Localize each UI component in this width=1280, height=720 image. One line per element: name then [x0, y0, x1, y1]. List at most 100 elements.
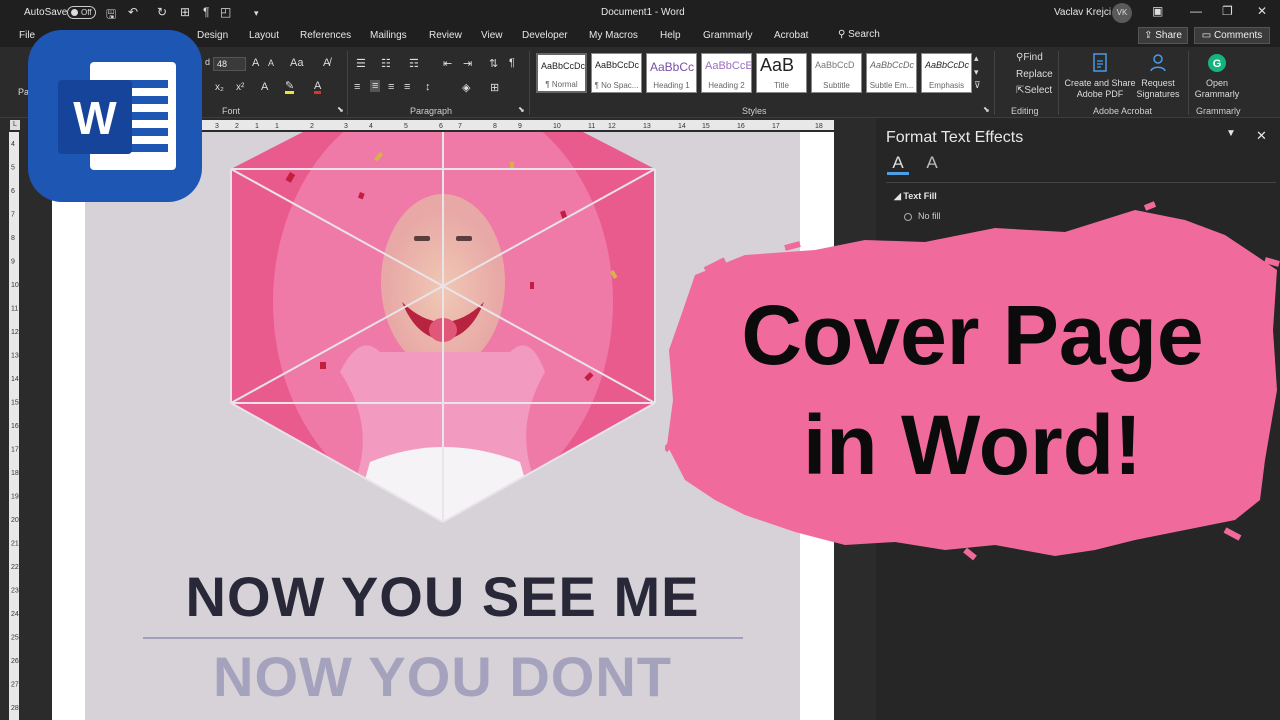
- font-name-tail[interactable]: d: [205, 57, 210, 67]
- style-normal[interactable]: AaBbCcDc ¶ Normal: [536, 53, 587, 93]
- ruler-tick-label: 12: [608, 123, 616, 130]
- open-grammarly-button[interactable]: G Open Grammarly: [1192, 53, 1242, 100]
- ruler-tick-label: 3: [215, 123, 219, 130]
- tab-review[interactable]: Review: [429, 30, 462, 41]
- divider: [1188, 51, 1189, 115]
- select-button[interactable]: ⇱Select: [1016, 85, 1052, 96]
- styles-scroll-down-icon[interactable]: ▾: [974, 67, 979, 78]
- text-effects-icon[interactable]: A: [261, 81, 268, 93]
- style-heading-1[interactable]: AaBbCc Heading 1: [646, 53, 697, 93]
- tab-grammarly[interactable]: Grammarly: [703, 30, 752, 41]
- styles-launcher-icon[interactable]: ⬊: [983, 105, 990, 114]
- shading-icon[interactable]: ◈: [462, 81, 470, 94]
- table-icon[interactable]: ⊞: [180, 5, 190, 19]
- sort-icon[interactable]: ⇅: [489, 57, 498, 70]
- show-marks-icon[interactable]: ¶: [509, 57, 515, 69]
- grammarly-icon: G: [1208, 54, 1226, 72]
- close-icon[interactable]: ✕: [1257, 4, 1267, 18]
- ruler-tick-label: 27: [11, 682, 19, 689]
- bullets-icon[interactable]: ☰: [356, 57, 366, 70]
- styles-more-icon[interactable]: ⊽: [974, 80, 981, 91]
- save-icon[interactable]: 🖫: [106, 5, 116, 26]
- ruler-tick-label: 18: [11, 470, 19, 477]
- group-font-label: Font: [222, 106, 241, 116]
- style-name: ¶ No Spac...: [594, 81, 639, 90]
- minimize-icon[interactable]: —: [1190, 4, 1202, 18]
- style-no-spacing[interactable]: AaBbCcDc ¶ No Spac...: [591, 53, 642, 93]
- redo-icon[interactable]: ↻: [157, 5, 167, 19]
- shrink-font-icon[interactable]: A: [268, 58, 274, 68]
- request-signatures-button[interactable]: Request Signatures: [1134, 53, 1182, 100]
- style-title[interactable]: AaB Title: [756, 53, 807, 93]
- font-launcher-icon[interactable]: ⬊: [337, 105, 344, 114]
- numbering-icon[interactable]: ☷: [381, 57, 391, 70]
- ruler-tick-label: 25: [11, 635, 19, 642]
- share-label: Share: [1155, 30, 1182, 41]
- ruler-tick-label: 18: [815, 123, 823, 130]
- multilevel-icon[interactable]: ☶: [409, 57, 419, 70]
- pane-options-icon[interactable]: ▼: [1226, 128, 1236, 139]
- ruler-tick-label: 14: [11, 376, 19, 383]
- text-fill-outline-tab-icon[interactable]: A: [887, 153, 909, 175]
- tab-mailings[interactable]: Mailings: [370, 30, 407, 41]
- justify-icon[interactable]: ≡: [404, 81, 410, 93]
- divider: [886, 182, 1276, 183]
- font-size-field[interactable]: 48: [213, 57, 246, 71]
- highlight-icon[interactable]: ✎: [285, 81, 295, 94]
- decrease-indent-icon[interactable]: ⇤: [443, 57, 452, 70]
- pilcrow-icon[interactable]: ¶: [203, 5, 209, 19]
- ruler-tick-label: 28: [11, 705, 19, 712]
- style-subtle-emphasis[interactable]: AaBbCcDc Subtle Em...: [866, 53, 917, 93]
- tab-references[interactable]: References: [300, 30, 351, 41]
- align-center-icon[interactable]: ≡: [370, 80, 381, 92]
- align-left-icon[interactable]: ≡: [354, 81, 360, 93]
- share-button[interactable]: ⇪ Share: [1138, 27, 1188, 44]
- ruler-tick-label: 21: [11, 541, 19, 548]
- clear-format-icon[interactable]: A̸: [323, 57, 330, 69]
- style-heading-2[interactable]: AaBbCcE Heading 2: [701, 53, 752, 93]
- comments-button[interactable]: ▭ Comments: [1194, 27, 1270, 44]
- create-pdf-button[interactable]: Create and Share Adobe PDF: [1064, 53, 1136, 100]
- ribbon-display-icon[interactable]: ▣: [1152, 4, 1163, 18]
- shapes-icon[interactable]: ◰: [220, 5, 231, 19]
- paragraph-launcher-icon[interactable]: ⬊: [518, 105, 525, 114]
- find-button[interactable]: ⚲Find: [1016, 52, 1043, 63]
- grow-font-icon[interactable]: A: [252, 57, 259, 69]
- replace-button[interactable]: Replace: [1016, 69, 1053, 80]
- tab-acrobat[interactable]: Acrobat: [774, 30, 808, 41]
- thumbnail-banner: [665, 201, 1280, 561]
- increase-indent-icon[interactable]: ⇥: [463, 57, 472, 70]
- restore-icon[interactable]: ❐: [1222, 4, 1233, 18]
- ruler-tick-label: 22: [11, 564, 19, 571]
- ruler-tick-label: 4: [369, 123, 373, 130]
- tab-help[interactable]: Help: [660, 30, 681, 41]
- styles-scroll-up-icon[interactable]: ▴: [974, 53, 979, 64]
- align-right-icon[interactable]: ≡: [388, 81, 394, 93]
- borders-icon[interactable]: ⊞: [490, 81, 499, 94]
- vertical-ruler[interactable]: 4 5 6 7 8 9 10 11 12 13 14 15 16 17 18 19 20 21 22 23 24 25 26…: [8, 132, 20, 720]
- group-acrobat-label: Adobe Acrobat: [1093, 106, 1153, 116]
- tab-view[interactable]: View: [481, 30, 503, 41]
- customize-icon[interactable]: ▾: [254, 8, 259, 19]
- subscript-icon[interactable]: x₂: [215, 82, 224, 93]
- change-case-icon[interactable]: Aa: [290, 57, 303, 69]
- avatar[interactable]: VK: [1112, 3, 1132, 23]
- font-color-icon[interactable]: A: [314, 81, 322, 94]
- line-spacing-icon[interactable]: ↕: [425, 81, 431, 93]
- style-subtitle[interactable]: AaBbCcD Subtitle: [811, 53, 862, 93]
- tab-developer[interactable]: Developer: [522, 30, 568, 41]
- ruler-tick-label: 16: [737, 123, 745, 130]
- group-grammarly-label: Grammarly: [1196, 106, 1241, 116]
- superscript-icon[interactable]: x²: [236, 82, 244, 93]
- autosave-toggle[interactable]: Off: [67, 6, 96, 19]
- ruler-tick-label: 15: [702, 123, 710, 130]
- text-effects-tab-icon[interactable]: A: [921, 153, 943, 175]
- tab-my-macros[interactable]: My Macros: [589, 30, 638, 41]
- search-box[interactable]: ⚲ Search: [838, 29, 880, 40]
- close-pane-icon[interactable]: ✕: [1256, 128, 1267, 144]
- tab-layout[interactable]: Layout: [249, 30, 279, 41]
- undo-icon[interactable]: ↶: [128, 5, 138, 19]
- style-emphasis[interactable]: AaBbCcDc Emphasis: [921, 53, 972, 93]
- style-name: Title: [774, 81, 789, 90]
- pane-title: Format Text Effects: [886, 129, 1024, 146]
